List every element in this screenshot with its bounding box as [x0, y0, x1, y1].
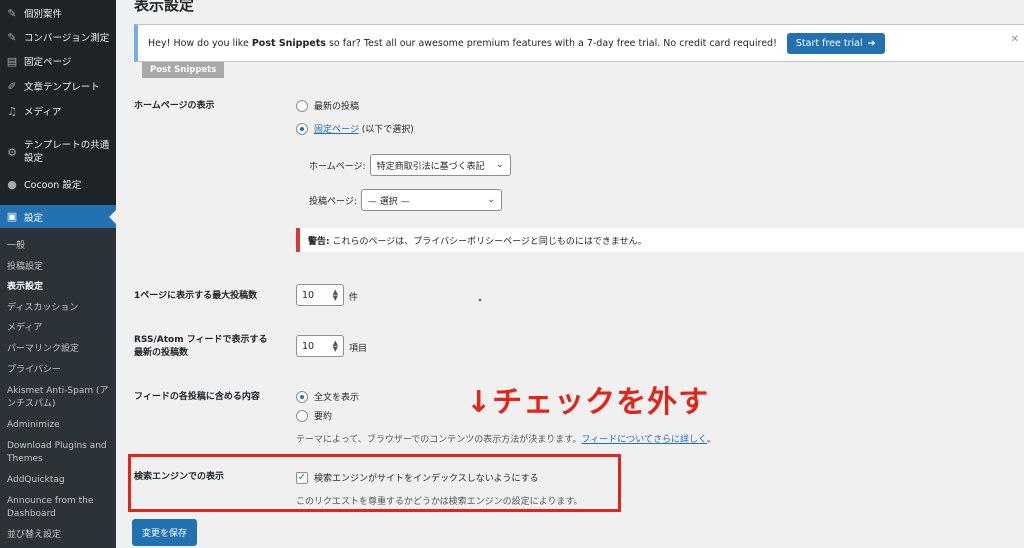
submenu-media[interactable]: メディア: [7, 322, 113, 335]
posts-per-page-label: 1ページに表示する最大投稿数: [134, 291, 258, 301]
submenu-sort[interactable]: 並び替え設定: [7, 529, 113, 542]
menu-item-templates[interactable]: ✐ 文章テンプレート: [0, 77, 116, 95]
radio-circle[interactable]: [296, 409, 308, 422]
active-indicator: [109, 209, 116, 224]
discourage-search-row[interactable]: ✓ 検索エンジンがサイトをインデックスしないようにする: [296, 471, 539, 484]
submenu-permalinks[interactable]: パーマリンク設定: [7, 343, 113, 356]
submenu-adminimize[interactable]: Adminimize: [7, 419, 113, 432]
search-description: このリクエストを尊重するかどうかは検索エンジンの設定によります。: [296, 497, 583, 507]
menu-item-cocoon[interactable]: ● Cocoon 設定: [0, 175, 116, 193]
media-icon: ♫: [7, 104, 17, 118]
menu-item-cases[interactable]: ✎ 個別案件: [0, 4, 116, 22]
menu-item-label: コンバージョン測定: [24, 33, 110, 44]
radio-summary[interactable]: 要約: [296, 409, 332, 422]
pin-icon: ✎: [7, 30, 17, 44]
submenu-privacy[interactable]: プライバシー: [7, 364, 113, 377]
menu-item-settings[interactable]: ▣ 設定: [0, 205, 116, 228]
menu-item-conversion[interactable]: ✎ コンバージョン測定: [0, 28, 116, 46]
feed-description: テーマによって、ブラウザーでのコンテンツの表示方法が決まります。フィードについて…: [296, 435, 716, 445]
menu-item-label: 設定: [24, 212, 44, 224]
homepage-select-row: ホームページ: 特定商取引法に基づく表記 ⌄: [309, 154, 511, 176]
menu-item-common-settings[interactable]: ⚙ テンプレートの共通設定: [0, 138, 116, 166]
submenu-writing[interactable]: 投稿設定: [7, 261, 113, 274]
menu-item-label: Cocoon 設定: [24, 180, 82, 191]
menu-item-label: 個別案件: [24, 9, 63, 20]
radio-circle-selected[interactable]: [296, 122, 308, 135]
dismiss-icon[interactable]: ✕: [1011, 34, 1019, 45]
menu-item-label: テンプレートの共通設定: [24, 140, 110, 164]
pages-icon: ▤: [6, 54, 18, 68]
feed-content-label: フィードの各投稿に含める内容: [134, 392, 260, 402]
submenu-announce[interactable]: Announce from the Dashboard: [7, 495, 113, 521]
discourage-search-checkbox[interactable]: ✓: [296, 471, 308, 484]
uncheck-annotation: ↓チェックを外す: [466, 385, 710, 420]
circle-icon: ●: [7, 177, 17, 191]
submenu-akismet[interactable]: Akismet Anti-Spam (アンチスパム): [7, 385, 113, 411]
submenu-discussion[interactable]: ディスカッション: [7, 302, 113, 315]
submenu-addquicktag[interactable]: AddQuicktag: [7, 474, 113, 487]
chevron-down-icon: ⌄: [487, 195, 495, 205]
post-snippets-tag: Post Snippets: [142, 62, 225, 78]
notice-text: Hey! How do you like Post Snippets so fa…: [148, 37, 777, 49]
homepage-display-label: ホームページの表示: [134, 101, 215, 111]
privacy-warning: 警告: これらのページは、プライバシーポリシーページと同じものにはできません。: [296, 228, 1024, 252]
static-page-link[interactable]: 固定ページ: [314, 125, 359, 135]
start-free-trial-button[interactable]: Start free trial ➔: [786, 32, 885, 54]
homepage-select[interactable]: 特定商取引法に基づく表記 ⌄: [369, 154, 511, 176]
menu-item-pages[interactable]: ▤ 固定ページ: [0, 52, 116, 70]
submenu-download-plugins[interactable]: Download Plugins and Themes: [7, 440, 113, 466]
posts-page-select[interactable]: — 選択 — ⌄: [360, 189, 502, 211]
radio-circle-selected[interactable]: [296, 390, 308, 403]
rss-count-input[interactable]: 10 ▲ ▼: [296, 335, 344, 357]
radio-static-page[interactable]: 固定ページ (以下で選択): [296, 122, 414, 135]
page-title: 表示設定: [134, 0, 195, 14]
chevron-down-icon: ⌄: [496, 160, 504, 170]
spinner-icon[interactable]: ▲ ▼: [333, 340, 338, 353]
admin-sidebar: ✎ 個別案件 ✎ コンバージョン測定 ▤ 固定ページ ✐ 文章テンプレート ♫ …: [0, 0, 116, 548]
menu-item-label: 固定ページ: [24, 57, 72, 68]
arrow-right-icon: ➔: [867, 37, 876, 49]
radio-latest-posts[interactable]: 最新の投稿: [296, 99, 359, 112]
settings-icon: ▣: [6, 210, 18, 223]
posts-per-page-input[interactable]: 10 ▲ ▼: [296, 284, 344, 306]
trial-notice: Hey! How do you like Post Snippets so fa…: [134, 24, 1024, 62]
save-changes-button[interactable]: 変更を保存: [132, 519, 198, 546]
radio-circle[interactable]: [296, 99, 308, 112]
pin-icon: ✎: [7, 6, 17, 20]
submenu-general[interactable]: 一般: [7, 240, 113, 253]
spinner-icon[interactable]: ▲ ▼: [333, 289, 338, 302]
posts-page-select-row: 投稿ページ: — 選択 — ⌄: [309, 189, 502, 211]
menu-item-label: 文章テンプレート: [24, 82, 100, 93]
pencil-icon: ✐: [7, 79, 17, 93]
submenu-reading[interactable]: 表示設定: [7, 281, 113, 294]
settings-submenu: 一般 投稿設定 表示設定 ディスカッション メディア パーマリンク設定 プライバ…: [0, 228, 116, 548]
gear-icon: ⚙: [7, 145, 17, 159]
menu-item-label: メディア: [24, 107, 62, 118]
menu-item-media[interactable]: ♫ メディア: [0, 102, 116, 120]
search-visibility-label: 検索エンジンでの表示: [134, 472, 225, 482]
stray-dot: [479, 299, 481, 301]
posts-per-page-unit: 件: [349, 293, 359, 303]
feed-learn-more-link[interactable]: フィードについてさらに詳しく: [581, 435, 707, 445]
radio-full-text[interactable]: 全文を表示: [296, 390, 359, 403]
rss-count-unit: 項目: [349, 344, 368, 354]
main-content: 表示設定 Hey! How do you like Post Snippets …: [116, 0, 1024, 548]
rss-count-label: RSS/Atom フィードで表示する 最新の投稿数: [134, 335, 268, 358]
